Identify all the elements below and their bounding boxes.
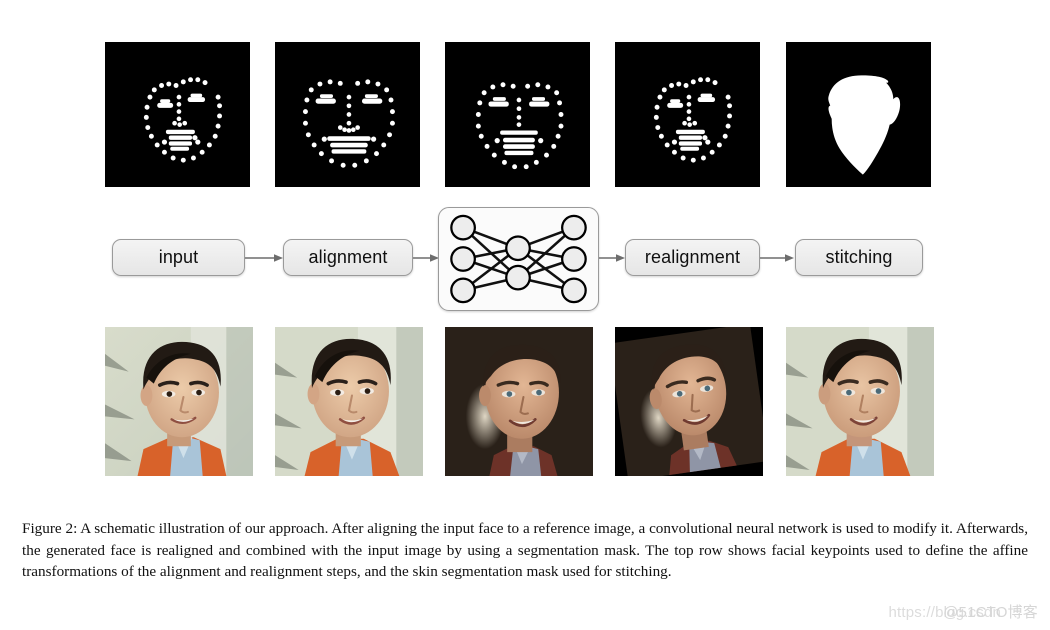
photo-realigned-image bbox=[615, 327, 763, 476]
segmentation-mask-icon bbox=[786, 42, 931, 187]
pipeline-step-neural-network[interactable] bbox=[438, 207, 599, 311]
watermark: https://blog.csdn@51CTO博客 bbox=[888, 601, 1038, 622]
keypoints-realigned-tile bbox=[615, 42, 760, 187]
photo-generated-image bbox=[445, 327, 593, 476]
photo-input-tile bbox=[105, 327, 253, 476]
keypoints-generated-icon bbox=[445, 42, 590, 187]
photo-stitched-image bbox=[786, 327, 934, 476]
pipeline-step-alignment[interactable]: alignment bbox=[283, 239, 413, 276]
figure-caption-label: Figure 2: bbox=[22, 520, 78, 537]
keypoints-aligned-icon bbox=[275, 42, 420, 187]
photo-stitched-tile bbox=[786, 327, 934, 476]
pipeline-step-realignment[interactable]: realignment bbox=[625, 239, 760, 276]
arrow-alignment-to-network bbox=[413, 254, 439, 262]
arrow-network-to-realignment bbox=[599, 254, 625, 262]
figure-caption: Figure 2: A schematic illustration of ou… bbox=[22, 518, 1028, 583]
pipeline-step-input-label: input bbox=[158, 247, 199, 267]
photo-realigned-tile bbox=[615, 327, 763, 476]
neural-network-icon bbox=[450, 214, 587, 304]
figure-caption-text: A schematic illustration of our approach… bbox=[22, 520, 1029, 580]
pipeline-step-input[interactable]: input bbox=[112, 239, 245, 276]
figure-2: input alignment realignment stitching Fi… bbox=[0, 0, 1050, 630]
keypoints-input-tile bbox=[105, 42, 250, 187]
keypoints-aligned-tile bbox=[275, 42, 420, 187]
pipeline-step-alignment-label: alignment bbox=[308, 247, 388, 267]
photo-generated-tile bbox=[445, 327, 593, 476]
pipeline-step-stitching[interactable]: stitching bbox=[795, 239, 923, 276]
keypoints-realigned-icon bbox=[615, 42, 760, 187]
photo-input-image bbox=[105, 327, 253, 476]
pipeline-step-realignment-label: realignment bbox=[644, 247, 741, 267]
keypoints-input-icon bbox=[105, 42, 250, 187]
watermark-brand: @51CTO博客 bbox=[943, 604, 1038, 621]
photo-aligned-image bbox=[275, 327, 423, 476]
keypoints-generated-tile bbox=[445, 42, 590, 187]
arrow-input-to-alignment bbox=[245, 254, 283, 262]
pipeline-step-stitching-label: stitching bbox=[825, 247, 893, 267]
segmentation-mask-tile bbox=[786, 42, 931, 187]
arrow-realignment-to-stitching bbox=[760, 254, 794, 262]
photo-aligned-tile bbox=[275, 327, 423, 476]
